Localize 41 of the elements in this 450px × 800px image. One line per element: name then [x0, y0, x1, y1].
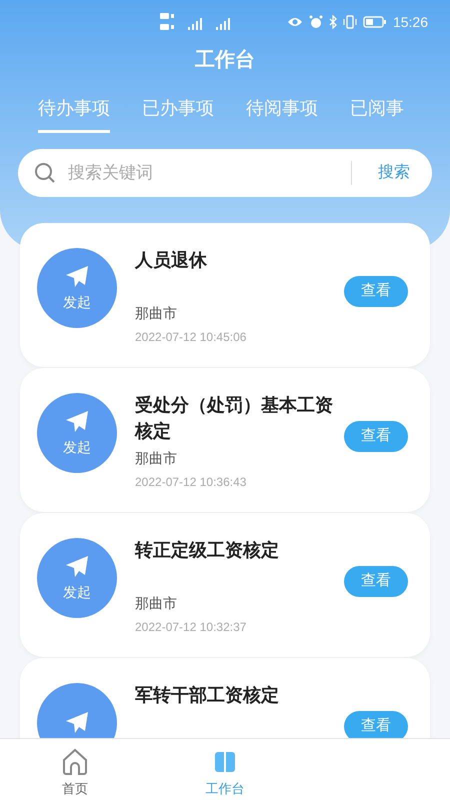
alarm-icon [308, 15, 323, 29]
view-button[interactable]: 查看 [344, 276, 408, 307]
search-field[interactable]: 搜索关键词 搜索 [18, 149, 432, 197]
task-time: 2022-07-12 10:36:43 [135, 474, 248, 491]
badge-label: 发起 [63, 582, 91, 602]
nav-tab[interactable]: 工作台 [150, 747, 300, 798]
battery-icon [362, 16, 387, 28]
badge-label: 发起 [63, 292, 91, 312]
page-title: 工作台 [194, 48, 256, 73]
nav-tab[interactable]: 首页 [0, 747, 150, 798]
task-card[interactable]: 发起 人员退休 那曲市 2022-07-12 10:45:06 查看 [20, 223, 430, 367]
task-location: 那曲市 [135, 449, 178, 468]
paper-plane-icon [64, 408, 90, 434]
tab[interactable]: 待阅事项 [246, 95, 318, 133]
task-title: 军转干部工资核定 [135, 684, 280, 707]
task-title: 转正定级工资核定 [135, 539, 280, 562]
task-time: 2022-07-12 10:32:37 [135, 619, 248, 636]
view-button[interactable]: 查看 [344, 711, 408, 738]
task-card[interactable]: 发起 受处分（处罚）基本工资核定 那曲市 2022-07-12 10:36:43 查看 [20, 368, 430, 512]
task-card[interactable]: 发起 转正定级工资核定 那曲市 2022-07-12 10:32:37 查看 [20, 513, 430, 657]
task-title: 受处分（处罚）基本工资核定 [135, 394, 334, 443]
task-title: 人员退休 [135, 249, 208, 272]
view-button[interactable]: 查看 [344, 421, 408, 452]
eye-icon [286, 16, 303, 28]
paper-plane-icon [64, 264, 90, 290]
tab[interactable]: 已阅事 [350, 95, 404, 133]
search-button[interactable]: 搜索 [378, 161, 410, 185]
search-icon [34, 162, 56, 184]
home-icon [60, 747, 90, 777]
badge-label: 发起 [63, 438, 91, 456]
task-location: 那曲市 [135, 594, 178, 613]
tab[interactable]: 待办事项 [38, 95, 110, 133]
task-location: 那曲市 [135, 304, 178, 323]
status-time: 15:26 [392, 12, 428, 32]
tab[interactable]: 已办事项 [142, 95, 214, 133]
vibrate-icon [342, 15, 357, 29]
bluetooth-icon [328, 15, 337, 29]
task-card[interactable]: 军转干部工资核定 查看 [20, 658, 430, 738]
view-button[interactable]: 查看 [344, 566, 408, 597]
paper-plane-icon [64, 554, 90, 580]
task-time: 2022-07-12 10:45:06 [135, 329, 248, 346]
